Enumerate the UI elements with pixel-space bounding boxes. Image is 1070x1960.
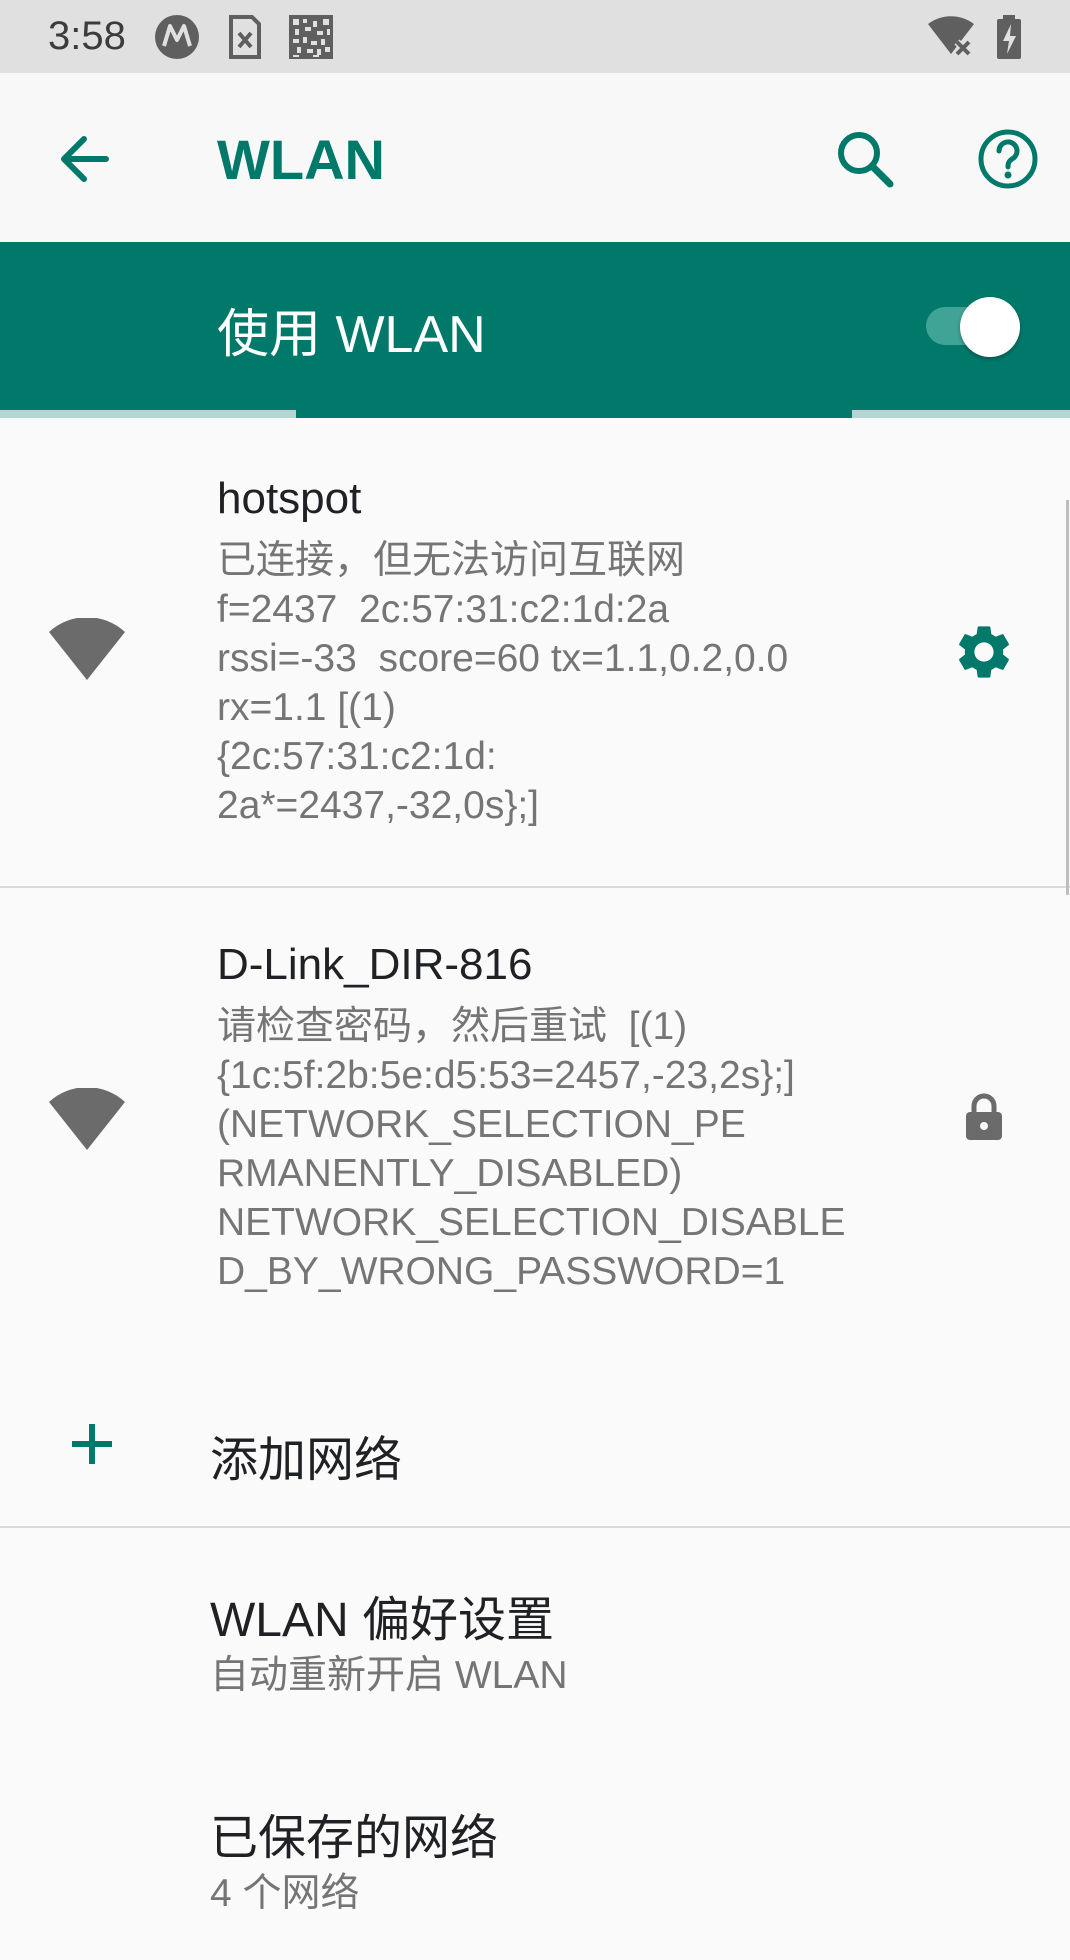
settings-gear-icon[interactable] — [952, 620, 1016, 684]
sim-icon — [229, 15, 261, 59]
lock-icon — [966, 1093, 1002, 1140]
plus-icon — [72, 1424, 112, 1464]
pref-title: 已保存的网络 — [210, 1812, 499, 1865]
search-icon[interactable] — [834, 128, 896, 190]
scrollbar[interactable] — [1066, 500, 1069, 895]
wlan-master-switch[interactable]: 使用 WLAN — [0, 242, 1070, 410]
network-detail: 请检查密码，然后重试 [(1) {1c:5f:2b:5e:d5:53=2457,… — [217, 1005, 846, 1293]
add-network-button[interactable]: 添加网络 — [0, 1370, 1070, 1525]
scan-progress-fill — [296, 410, 852, 418]
network-name: D-Link_DIR-816 — [217, 940, 533, 989]
wifi-signal-icon — [49, 618, 125, 680]
status-bar: 3:58 — [0, 0, 1070, 73]
wlan-preferences-item[interactable]: WLAN 偏好设置 自动重新开启 WLAN — [0, 1580, 1070, 1710]
battery-charging-icon — [997, 15, 1021, 59]
wifi-network-item[interactable]: D-Link_DIR-816 请检查密码，然后重试 [(1) {1c:5f:2b… — [0, 888, 1070, 1328]
motorola-icon — [155, 15, 199, 59]
pref-subtitle: 4 个网络 — [210, 1872, 360, 1915]
network-detail: 已连接，但无法访问互联网 f=2437 2c:57:31:c2:1d:2a rs… — [217, 539, 789, 827]
status-time: 3:58 — [48, 14, 126, 58]
app-bar: WLAN — [0, 73, 1070, 242]
back-arrow-icon[interactable] — [56, 131, 112, 187]
add-network-label: 添加网络 — [210, 1434, 403, 1487]
wifi-signal-icon — [49, 1088, 125, 1150]
saved-networks-item[interactable]: 已保存的网络 4 个网络 — [0, 1798, 1070, 1928]
pref-title: WLAN 偏好设置 — [210, 1594, 555, 1647]
wifi-network-item[interactable]: hotspot 已连接，但无法访问互联网 f=2437 2c:57:31:c2:… — [0, 418, 1070, 886]
help-icon[interactable] — [976, 127, 1040, 191]
network-name: hotspot — [217, 474, 362, 523]
wlan-switch-label: 使用 WLAN — [217, 306, 486, 364]
toggle-thumb[interactable] — [960, 297, 1020, 357]
divider — [0, 1526, 1070, 1528]
wifi-no-internet-icon — [928, 16, 974, 57]
pref-subtitle: 自动重新开启 WLAN — [210, 1654, 568, 1697]
page-title: WLAN — [217, 128, 385, 191]
qr-code-icon — [289, 15, 333, 59]
